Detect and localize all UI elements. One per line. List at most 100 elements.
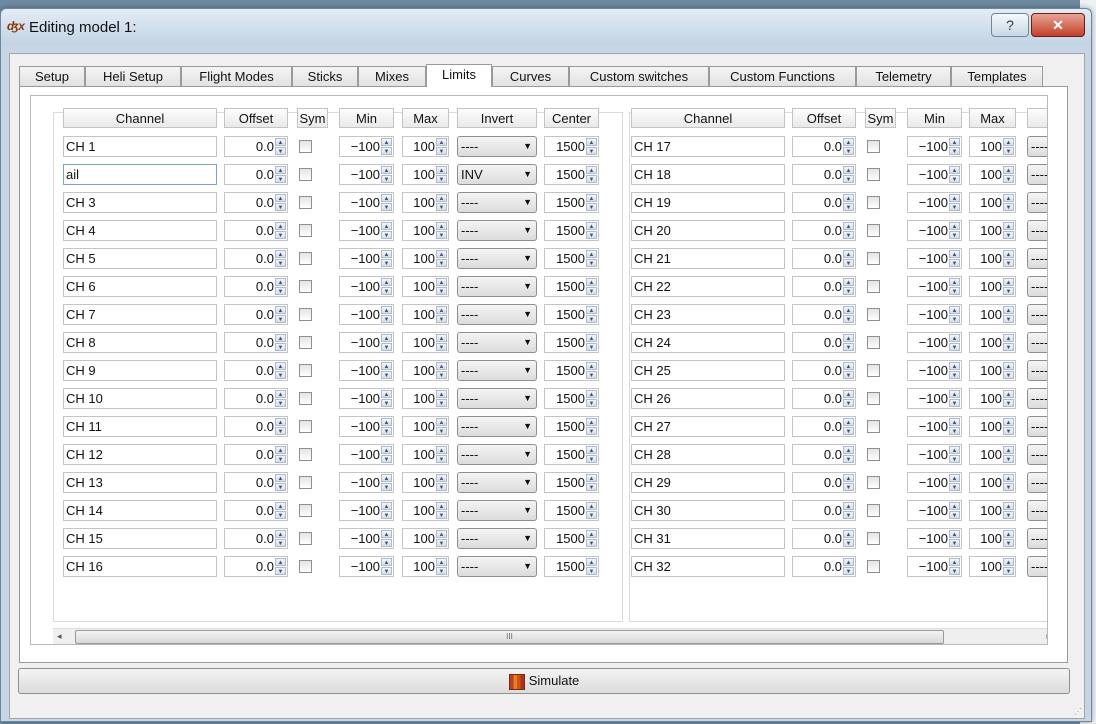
min-spinbox[interactable]: −100 ▲ ▼ — [907, 248, 962, 269]
spin-up-icon[interactable]: ▲ — [381, 166, 392, 174]
spin-arrows[interactable]: ▲ ▼ — [949, 166, 960, 183]
sym-checkbox[interactable] — [867, 252, 880, 265]
channel-name-input[interactable]: CH 31 — [631, 528, 785, 549]
tab-templates[interactable]: Templates — [951, 66, 1043, 86]
spin-arrows[interactable]: ▲ ▼ — [436, 166, 447, 183]
spin-down-icon[interactable]: ▼ — [1003, 175, 1014, 183]
offset-spinbox[interactable]: 0.0 ▲ ▼ — [224, 332, 288, 353]
spin-arrows[interactable]: ▲ ▼ — [843, 222, 854, 239]
dropdown-arrow-icon[interactable]: ▼ — [523, 529, 532, 548]
spin-down-icon[interactable]: ▼ — [949, 427, 960, 435]
channel-name-input[interactable]: CH 5 — [63, 248, 217, 269]
spin-down-icon[interactable]: ▼ — [381, 259, 392, 267]
min-spinbox[interactable]: −100 ▲ ▼ — [907, 444, 962, 465]
spin-arrows[interactable]: ▲ ▼ — [275, 502, 286, 519]
min-spinbox[interactable]: −100 ▲ ▼ — [339, 556, 394, 577]
spin-down-icon[interactable]: ▼ — [1003, 287, 1014, 295]
spin-arrows[interactable]: ▲ ▼ — [586, 222, 597, 239]
spin-up-icon[interactable]: ▲ — [843, 502, 854, 510]
spin-down-icon[interactable]: ▼ — [381, 147, 392, 155]
spin-down-icon[interactable]: ▼ — [275, 175, 286, 183]
spin-up-icon[interactable]: ▲ — [949, 222, 960, 230]
offset-spinbox[interactable]: 0.0 ▲ ▼ — [224, 472, 288, 493]
scroll-right-arrow[interactable]: ▸ — [1046, 631, 1047, 642]
max-spinbox[interactable]: 100 ▲ ▼ — [402, 220, 449, 241]
spin-up-icon[interactable]: ▲ — [843, 334, 854, 342]
spin-up-icon[interactable]: ▲ — [843, 530, 854, 538]
spin-up-icon[interactable]: ▲ — [949, 362, 960, 370]
channel-name-input[interactable]: CH 16 — [63, 556, 217, 577]
scroll-thumb[interactable]: III — [75, 630, 944, 644]
spin-up-icon[interactable]: ▲ — [436, 306, 447, 314]
spin-down-icon[interactable]: ▼ — [949, 287, 960, 295]
spin-up-icon[interactable]: ▲ — [1003, 502, 1014, 510]
spin-down-icon[interactable]: ▼ — [949, 483, 960, 491]
spin-up-icon[interactable]: ▲ — [436, 166, 447, 174]
spin-down-icon[interactable]: ▼ — [1003, 567, 1014, 575]
spin-up-icon[interactable]: ▲ — [949, 194, 960, 202]
spin-arrows[interactable]: ▲ ▼ — [843, 250, 854, 267]
spin-arrows[interactable]: ▲ ▼ — [949, 502, 960, 519]
spin-down-icon[interactable]: ▼ — [275, 399, 286, 407]
spin-up-icon[interactable]: ▲ — [436, 334, 447, 342]
spin-arrows[interactable]: ▲ ▼ — [586, 502, 597, 519]
spin-down-icon[interactable]: ▼ — [275, 371, 286, 379]
spin-arrows[interactable]: ▲ ▼ — [843, 530, 854, 547]
spin-up-icon[interactable]: ▲ — [436, 558, 447, 566]
channel-name-input[interactable]: CH 8 — [63, 332, 217, 353]
spin-arrows[interactable]: ▲ ▼ — [586, 390, 597, 407]
max-spinbox[interactable]: 100 ▲ ▼ — [969, 164, 1016, 185]
center-spinbox[interactable]: 1500 ▲ ▼ — [544, 416, 599, 437]
invert-dropdown[interactable]: ---- — [1027, 136, 1047, 157]
spin-up-icon[interactable]: ▲ — [275, 222, 286, 230]
sym-checkbox[interactable] — [299, 224, 312, 237]
channel-name-input[interactable]: CH 27 — [631, 416, 785, 437]
sym-checkbox[interactable] — [299, 532, 312, 545]
min-spinbox[interactable]: −100 ▲ ▼ — [339, 360, 394, 381]
max-spinbox[interactable]: 100 ▲ ▼ — [402, 444, 449, 465]
channel-name-input[interactable]: CH 7 — [63, 304, 217, 325]
tab-curves[interactable]: Curves — [492, 66, 569, 86]
spin-down-icon[interactable]: ▼ — [436, 231, 447, 239]
spin-down-icon[interactable]: ▼ — [275, 343, 286, 351]
offset-spinbox[interactable]: 0.0 ▲ ▼ — [224, 556, 288, 577]
invert-dropdown[interactable]: ---- ▼ — [457, 136, 537, 157]
max-spinbox[interactable]: 100 ▲ ▼ — [402, 416, 449, 437]
min-spinbox[interactable]: −100 ▲ ▼ — [339, 136, 394, 157]
spin-up-icon[interactable]: ▲ — [381, 530, 392, 538]
dropdown-arrow-icon[interactable]: ▼ — [523, 305, 532, 324]
sym-checkbox[interactable] — [867, 448, 880, 461]
spin-down-icon[interactable]: ▼ — [436, 147, 447, 155]
invert-dropdown[interactable]: ---- — [1027, 192, 1047, 213]
max-spinbox[interactable]: 100 ▲ ▼ — [969, 416, 1016, 437]
invert-dropdown[interactable]: ---- — [1027, 388, 1047, 409]
spin-up-icon[interactable]: ▲ — [381, 390, 392, 398]
invert-dropdown[interactable]: ---- ▼ — [457, 248, 537, 269]
resize-grip-icon[interactable]: ⋰ — [1074, 707, 1082, 716]
spin-arrows[interactable]: ▲ ▼ — [275, 530, 286, 547]
sym-checkbox[interactable] — [299, 448, 312, 461]
spin-arrows[interactable]: ▲ ▼ — [1003, 306, 1014, 323]
sym-checkbox[interactable] — [867, 532, 880, 545]
horizontal-scrollbar[interactable]: ◂ III ▸ — [53, 628, 1047, 644]
spin-down-icon[interactable]: ▼ — [586, 175, 597, 183]
center-spinbox[interactable]: 1500 ▲ ▼ — [544, 192, 599, 213]
spin-arrows[interactable]: ▲ ▼ — [381, 474, 392, 491]
spin-arrows[interactable]: ▲ ▼ — [843, 418, 854, 435]
min-spinbox[interactable]: −100 ▲ ▼ — [907, 472, 962, 493]
spin-up-icon[interactable]: ▲ — [436, 446, 447, 454]
dropdown-arrow-icon[interactable]: ▼ — [523, 333, 532, 352]
spin-up-icon[interactable]: ▲ — [381, 138, 392, 146]
spin-arrows[interactable]: ▲ ▼ — [586, 446, 597, 463]
close-button[interactable]: ✕ — [1031, 13, 1085, 37]
invert-dropdown[interactable]: ---- ▼ — [457, 192, 537, 213]
min-spinbox[interactable]: −100 ▲ ▼ — [339, 192, 394, 213]
tab-setup[interactable]: Setup — [19, 66, 85, 86]
spin-down-icon[interactable]: ▼ — [1003, 371, 1014, 379]
spin-up-icon[interactable]: ▲ — [436, 474, 447, 482]
spin-arrows[interactable]: ▲ ▼ — [949, 278, 960, 295]
spin-arrows[interactable]: ▲ ▼ — [381, 530, 392, 547]
channel-name-input[interactable]: CH 30 — [631, 500, 785, 521]
offset-spinbox[interactable]: 0.0 ▲ ▼ — [224, 276, 288, 297]
max-spinbox[interactable]: 100 ▲ ▼ — [969, 304, 1016, 325]
